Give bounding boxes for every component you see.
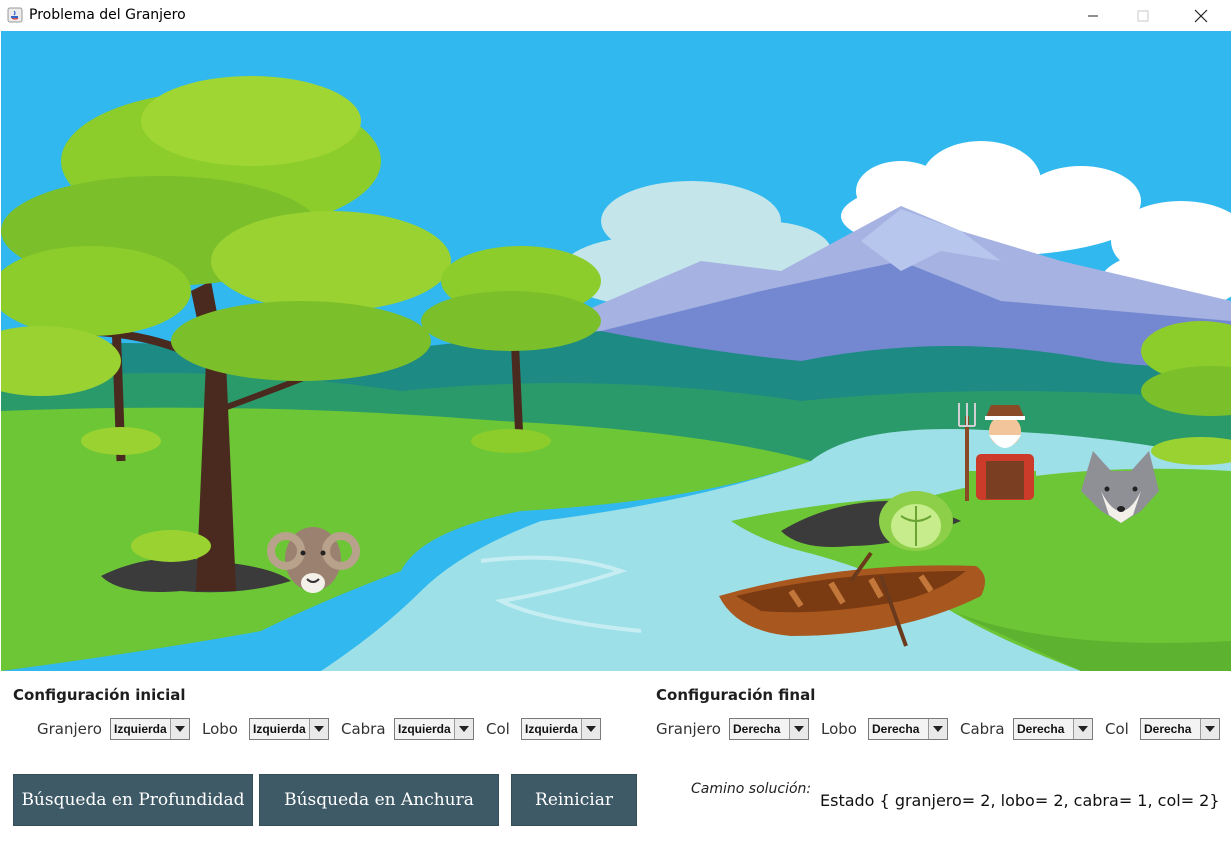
final-granjero-select[interactable]: Derecha [729,718,809,740]
initial-cabra-label: Cabra [341,720,386,738]
control-panel: Configuración inicial Configuración fina… [0,671,1231,842]
initial-col-select[interactable]: Izquierda [521,718,601,740]
final-col-select[interactable]: Derecha [1140,718,1220,740]
minimize-button[interactable] [1070,0,1116,31]
solution-state-text: Estado { granjero= 2, lobo= 2, cabra= 1,… [820,791,1220,810]
solution-path-label: Camino solución: [691,781,812,797]
close-button[interactable] [1178,0,1224,31]
maximize-button[interactable] [1120,0,1166,31]
reset-button[interactable]: Reiniciar [511,774,637,826]
java-app-icon [7,7,23,23]
initial-col-label: Col [486,720,510,738]
final-cabra-label: Cabra [960,720,1005,738]
depth-search-button[interactable]: Búsqueda en Profundidad [13,774,253,826]
breadth-search-button[interactable]: Búsqueda en Anchura [259,774,499,826]
river-scene [1,31,1231,671]
initial-lobo-select[interactable]: Izquierda [249,718,329,740]
initial-granjero-select[interactable]: Izquierda [110,718,190,740]
cabbage-icon [879,491,953,551]
window-title: Problema del Granjero [29,7,186,23]
scene-illustration [1,31,1231,671]
maximize-icon [1137,10,1149,21]
initial-lobo-label: Lobo [202,720,238,738]
final-lobo-select[interactable]: Derecha [868,718,948,740]
chevron-down-icon [454,719,473,739]
initial-cabra-select[interactable]: Izquierda [394,718,474,740]
final-col-label: Col [1105,720,1129,738]
final-lobo-label: Lobo [821,720,857,738]
chevron-down-icon [789,719,808,739]
final-config-title: Configuración final [656,686,816,704]
chevron-down-icon [581,719,600,739]
initial-config-title: Configuración inicial [13,686,186,704]
close-icon [1194,9,1208,22]
chevron-down-icon [309,719,328,739]
title-bar: Problema del Granjero [0,0,1231,31]
initial-granjero-label: Granjero [37,720,102,738]
chevron-down-icon [928,719,947,739]
final-granjero-label: Granjero [656,720,721,738]
chevron-down-icon [170,719,189,739]
final-cabra-select[interactable]: Derecha [1013,718,1093,740]
chevron-down-icon [1073,719,1092,739]
chevron-down-icon [1200,719,1219,739]
right-tree-icon [1141,321,1231,416]
minimize-icon [1088,15,1098,16]
